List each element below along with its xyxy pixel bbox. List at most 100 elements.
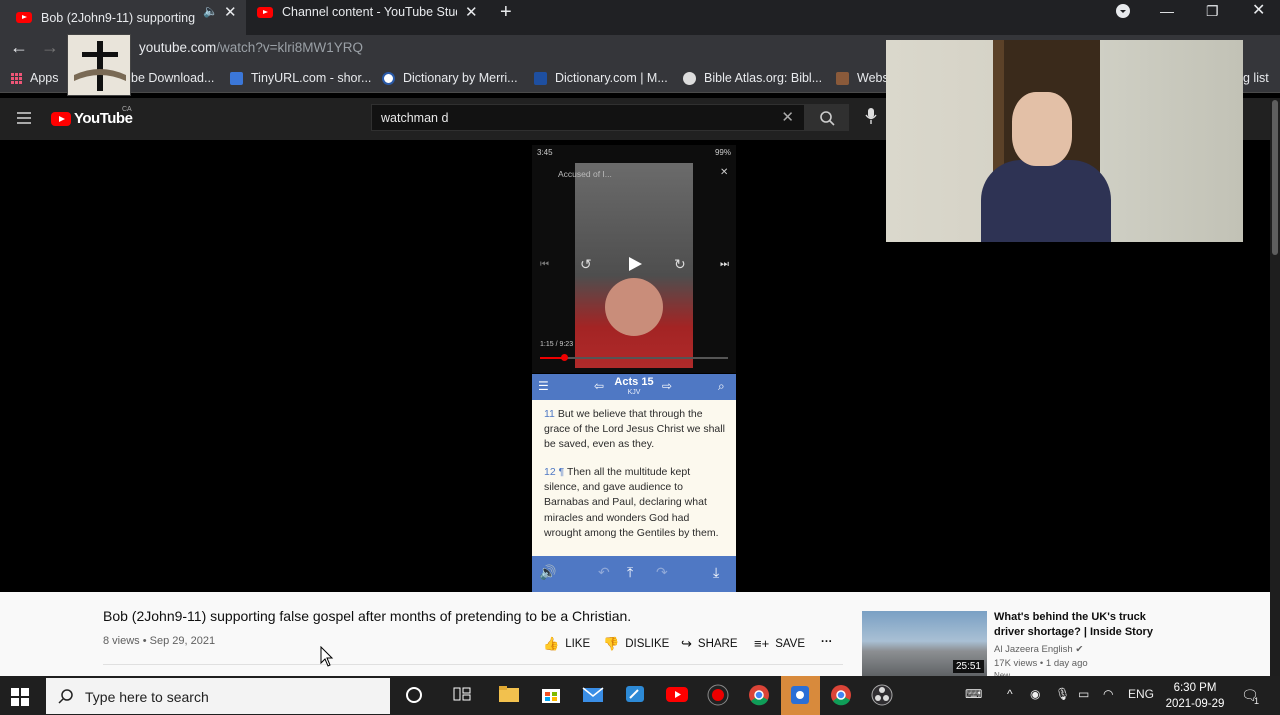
chrome-profile-icon[interactable]: [830, 684, 854, 706]
bookmark-dictionary-com[interactable]: Dictionary.com | M...: [534, 71, 668, 85]
tab-studio[interactable]: Channel content - YouTube Studi: [257, 0, 457, 24]
mini-player-face: [605, 278, 663, 336]
bookmark-download[interactable]: be Download...: [131, 71, 214, 85]
youtube-app-icon[interactable]: [665, 684, 689, 706]
task-view-icon[interactable]: [452, 684, 476, 706]
bible-app-screen: ☰ ⇦ Acts 15 KJV ⇨ ⌕ 11 But we believe th…: [532, 374, 736, 592]
recommended-thumbnail[interactable]: 25:51: [862, 611, 987, 678]
bible-search-icon: ⌕: [718, 379, 725, 393]
verse-number: 12 ¶: [544, 466, 565, 478]
back-icon[interactable]: ←: [10, 37, 28, 58]
voice-search-icon[interactable]: [865, 107, 877, 130]
restore-icon[interactable]: ❐: [1206, 0, 1219, 22]
clock-date: 2021-09-29: [1165, 698, 1225, 710]
bible-header: ☰ ⇦ Acts 15 KJV ⇨ ⌕: [532, 374, 736, 400]
bookmark-label: Dictionary.com | M...: [555, 71, 668, 85]
mail-icon[interactable]: [582, 684, 606, 706]
record-icon[interactable]: [707, 684, 731, 706]
tray-expand-icon[interactable]: ^: [1007, 687, 1013, 701]
keyboard-icon[interactable]: ⌨: [965, 687, 982, 701]
webs-icon: [836, 71, 849, 85]
bookmark-label: Bible Atlas.org: Bibl...: [704, 71, 823, 85]
paint-icon[interactable]: [624, 684, 648, 706]
share-label: SHARE: [697, 638, 738, 650]
meet-now-icon[interactable]: ◉: [1030, 687, 1040, 701]
bookmark-webs[interactable]: Webs: [836, 71, 889, 85]
dictionary-com-icon: [534, 71, 547, 85]
audio-icon: 🔊: [539, 564, 557, 580]
screen-recorder-icon: [791, 686, 809, 704]
notification-count: 1: [1254, 696, 1260, 706]
tab-close-icon[interactable]: ✕: [224, 3, 237, 21]
address-bar[interactable]: youtube.com/watch?v=klri8MW1YRQ: [139, 40, 363, 55]
obs-icon[interactable]: [871, 684, 895, 706]
mini-progress-bar: [540, 354, 728, 361]
search-input[interactable]: watchman d ✕: [371, 104, 805, 131]
taskbar-search-input[interactable]: Type here to search: [46, 678, 390, 714]
channel-logo-overlay: [67, 34, 131, 96]
tab-title: Channel content - YouTube Studi: [282, 5, 457, 19]
phone-screen-recording: 3:45 99% Accused of I... ✕ ⏮ ↺ ↻ ⏭ 1:15 …: [532, 145, 736, 373]
language-indicator[interactable]: ENG: [1128, 687, 1154, 701]
save-button[interactable]: ≡+ SAVE: [754, 636, 805, 651]
bookmark-reading-list[interactable]: g list: [1243, 71, 1269, 85]
share-icon: ↪: [681, 636, 692, 651]
dislike-button[interactable]: 👎 DISLIKE: [603, 636, 669, 652]
profile-dropdown-icon[interactable]: [1115, 3, 1131, 25]
save-label: SAVE: [775, 637, 806, 650]
back-arrow-icon: ↶: [598, 564, 610, 580]
phone-battery: 99%: [714, 148, 731, 157]
youtube-favicon-icon: [16, 12, 32, 23]
scrollbar-thumb[interactable]: [1272, 100, 1278, 255]
divider: [103, 664, 843, 665]
tab-close-icon[interactable]: ✕: [465, 3, 478, 21]
mini-close-icon: ✕: [720, 167, 729, 178]
microphone-icon[interactable]: 🎙: [1055, 687, 1070, 701]
recommended-title[interactable]: What's behind the UK's truck driver shor…: [994, 610, 1164, 640]
new-tab-icon[interactable]: +: [500, 1, 512, 24]
tab-audio-icon[interactable]: 🔈: [203, 4, 218, 18]
system-clock[interactable]: 6:30 PM 2021-09-29: [1165, 680, 1225, 712]
cross-logo-icon: [74, 41, 126, 91]
browser-tab-strip: Bob (2John9-11) supporting 🔈 ✕ Channel c…: [0, 0, 1280, 35]
search-button[interactable]: [805, 104, 849, 131]
share-button[interactable]: ↪ SHARE: [681, 636, 738, 652]
rewind-icon: ↺: [580, 256, 592, 272]
taskbar-search-placeholder: Type here to search: [85, 689, 209, 705]
forward-skip-icon: ↻: [674, 256, 686, 272]
menu-icon[interactable]: [17, 112, 31, 127]
battery-icon[interactable]: ▭: [1078, 687, 1089, 701]
like-button[interactable]: 👍 LIKE: [543, 636, 590, 652]
youtube-favicon-icon: [257, 6, 273, 18]
more-actions-icon[interactable]: ···: [821, 636, 833, 648]
like-label: LIKE: [565, 638, 591, 650]
clear-search-icon[interactable]: ✕: [781, 108, 794, 126]
recommended-channel[interactable]: Al Jazeera English ✔: [994, 644, 1083, 655]
windows-taskbar: Type here to search ⌨ ^ ◉ 🎙 ▭ ◠ ENG 6:30…: [0, 676, 1280, 715]
bookmark-bible-atlas[interactable]: Bible Atlas.org: Bibl...: [683, 71, 822, 85]
url-path: /watch?v=klri8MW1YRQ: [216, 40, 363, 55]
webcam-person-face: [1012, 92, 1072, 166]
youtube-logo[interactable]: YouTube CA: [51, 106, 133, 127]
chrome-icon[interactable]: [748, 684, 772, 706]
bible-book: Acts 15: [614, 376, 654, 388]
wifi-icon[interactable]: ◠: [1103, 687, 1113, 701]
window-close-icon[interactable]: ✕: [1252, 0, 1265, 22]
bible-atlas-icon: [683, 71, 696, 85]
bookmark-merriam[interactable]: Dictionary by Merri...: [382, 71, 518, 85]
windows-start-icon[interactable]: [11, 688, 29, 711]
forward-icon[interactable]: →: [41, 37, 59, 58]
file-explorer-icon[interactable]: [498, 684, 522, 706]
bookmark-apps[interactable]: Apps: [11, 71, 59, 85]
store-icon[interactable]: [540, 684, 564, 706]
page-scrollbar[interactable]: [1270, 98, 1280, 676]
cortana-icon[interactable]: [404, 684, 428, 706]
verse: 11 But we believe that through the grace…: [544, 407, 728, 453]
bookmark-label: be Download...: [131, 71, 215, 85]
bookmark-tinyurl[interactable]: TinyURL.com - shor...: [230, 71, 371, 85]
active-app-highlight[interactable]: [781, 676, 820, 715]
bookmark-label: g list: [1243, 71, 1269, 85]
verse-text: But we believe that through the grace of…: [544, 408, 725, 451]
play-icon: [629, 257, 642, 271]
minimize-icon[interactable]: —: [1160, 0, 1174, 22]
